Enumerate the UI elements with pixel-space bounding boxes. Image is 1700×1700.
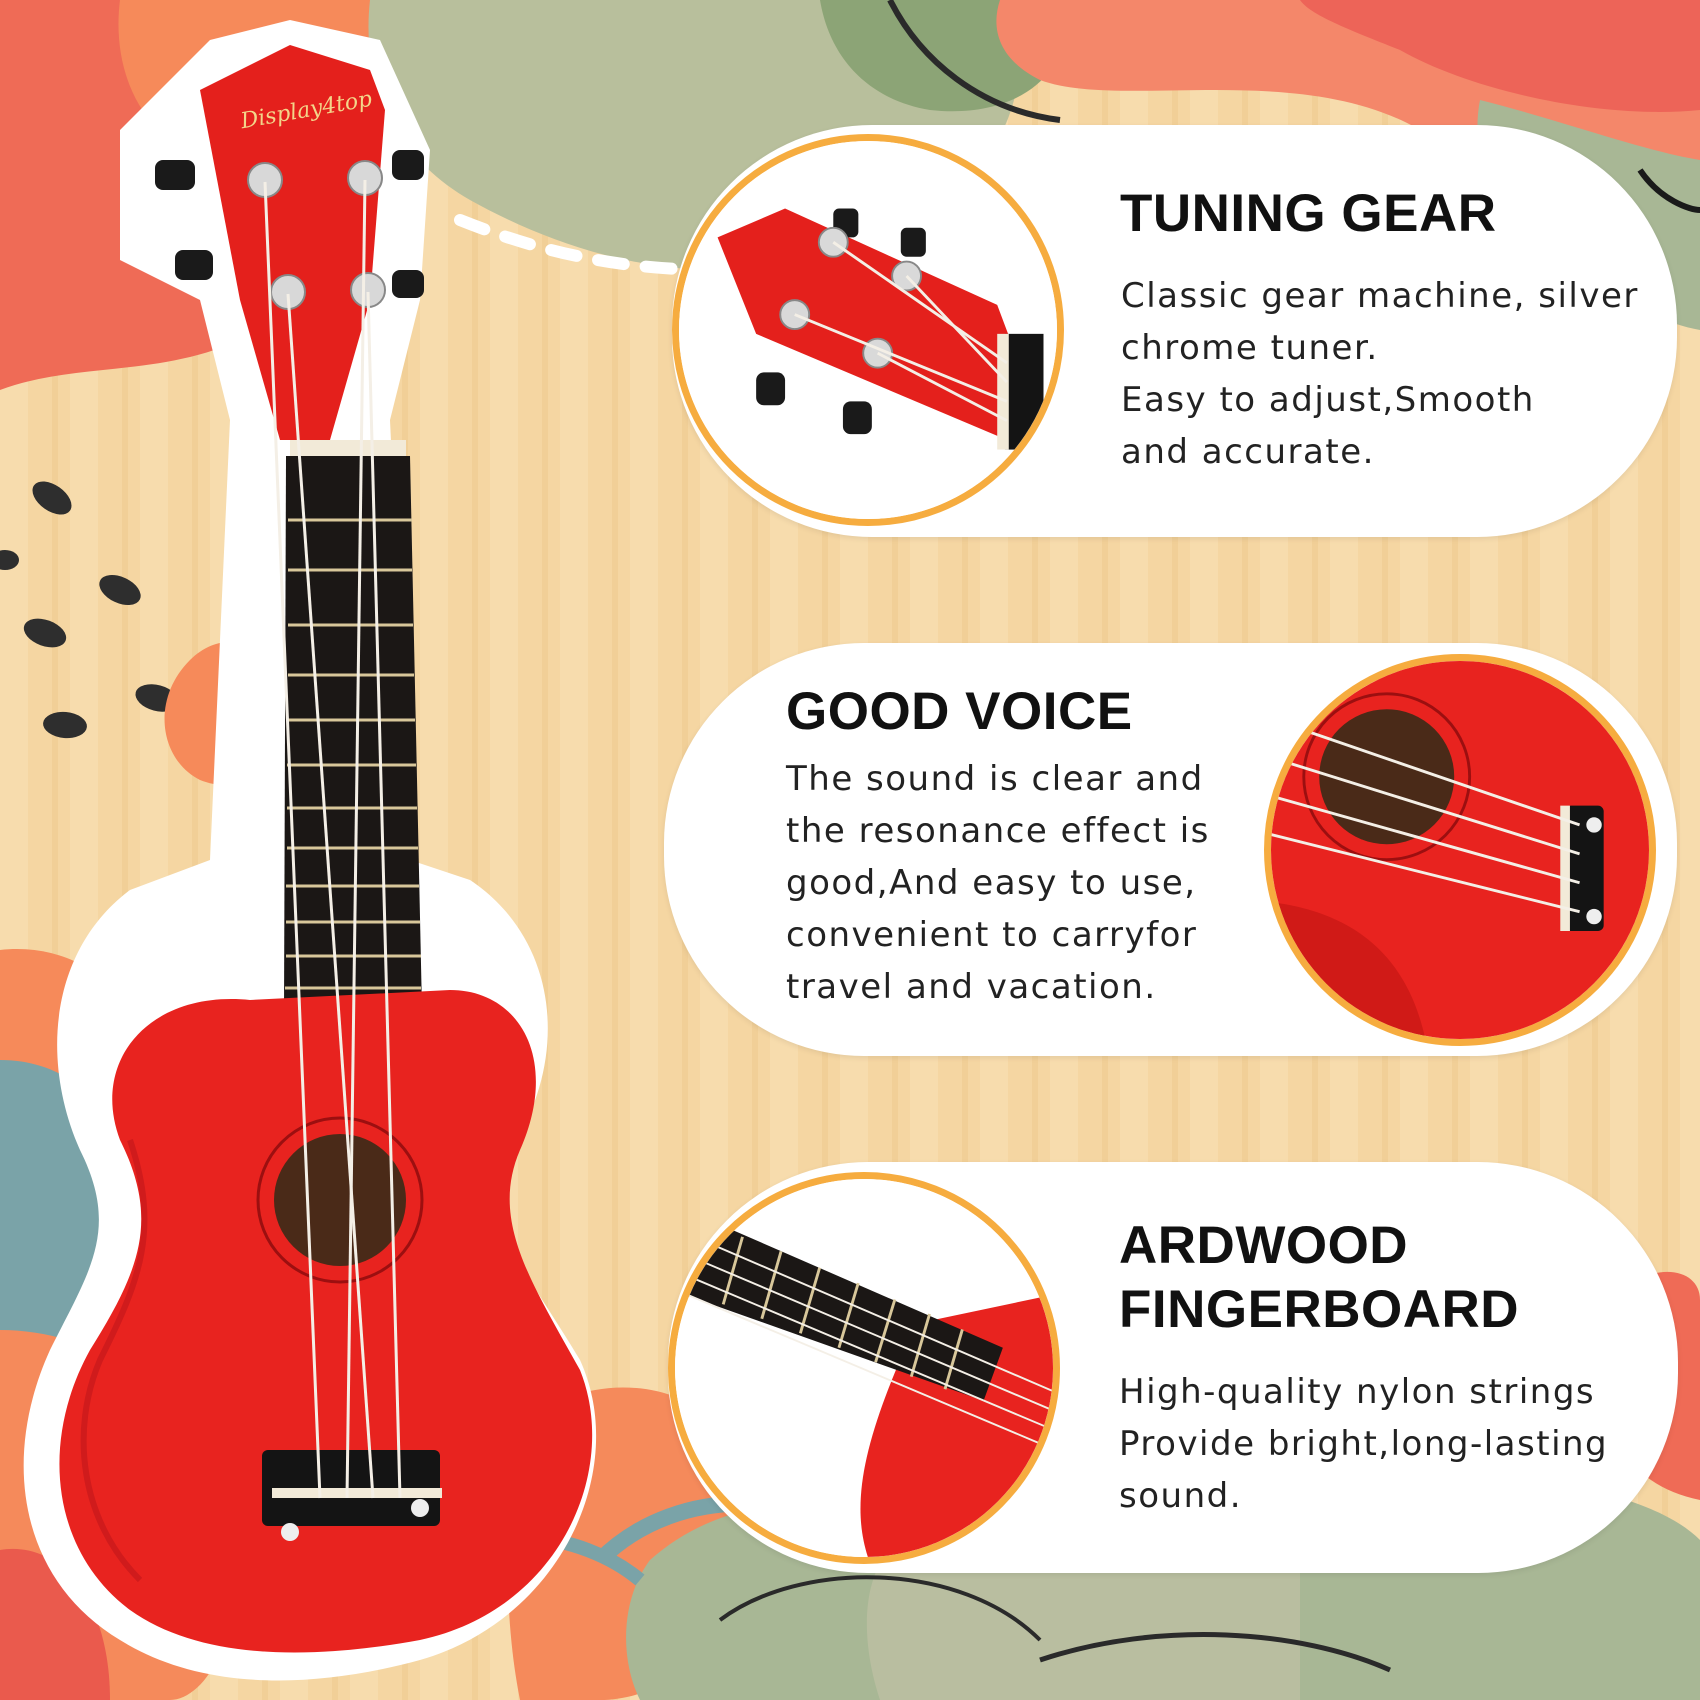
feature-description: Classic gear machine, silver chrome tune… (1121, 276, 1639, 472)
fingerboard-closeup-image (668, 1172, 1060, 1564)
ukulele-product-image (23, 20, 597, 1681)
feature-card-tuning-gear: TUNING GEAR Classic gear machine, silver… (672, 125, 1677, 537)
feature-title: GOOD VOICE (786, 682, 1133, 741)
product-feature-banner: Display4top TUNING GEAR Classic gear mac… (0, 0, 1700, 1700)
feature-description: High-quality nylon strings Provide brigh… (1119, 1372, 1609, 1516)
feature-description: The sound is clear and the resonance eff… (786, 759, 1210, 1007)
feature-title: TUNING GEAR (1120, 184, 1497, 243)
feature-title: ARDWOOD FINGERBOARD (1119, 1216, 1520, 1339)
feature-card-ardwood-fingerboard: ARDWOOD FINGERBOARD High-quality nylon s… (668, 1162, 1678, 1573)
headstock-closeup-image (672, 134, 1064, 526)
feature-card-good-voice: GOOD VOICE The sound is clear and the re… (664, 643, 1677, 1056)
soundhole-bridge-closeup-image (1264, 654, 1656, 1046)
